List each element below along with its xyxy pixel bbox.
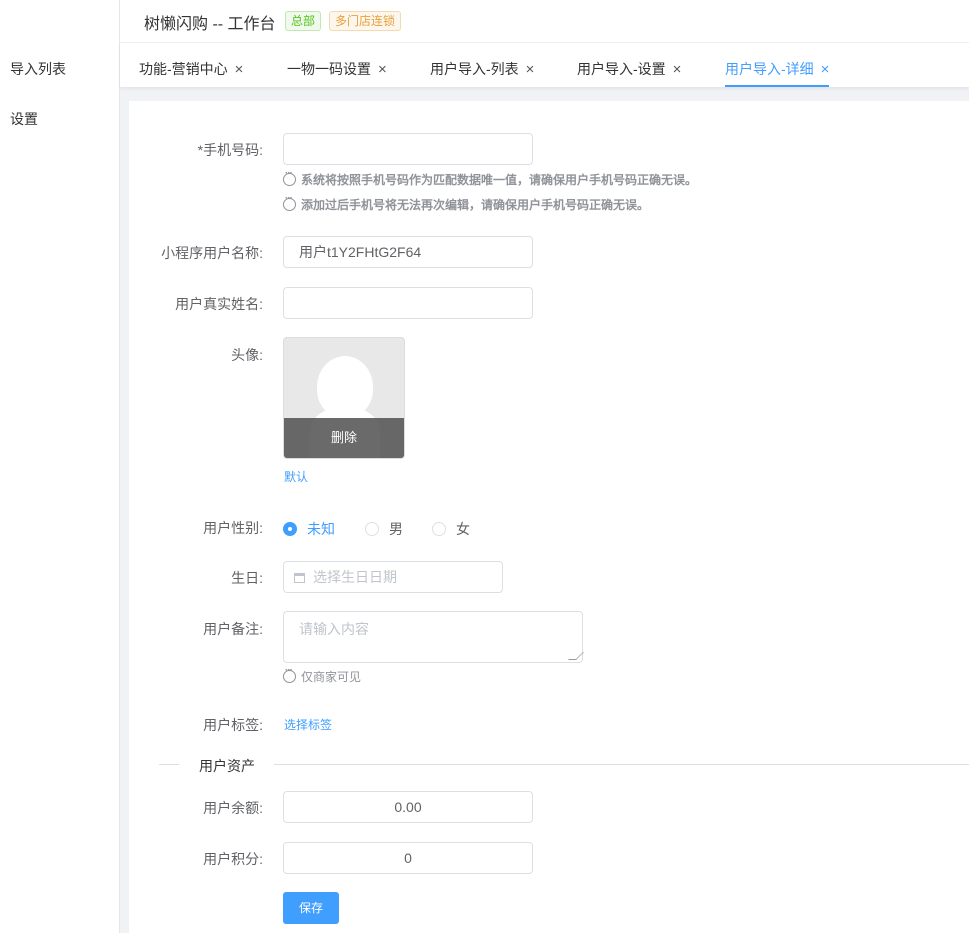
- tab-label: 用户导入-设置: [577, 61, 666, 77]
- remark-tip: 仅商家可见: [283, 665, 361, 685]
- resize-handle[interactable]: [568, 652, 584, 660]
- remark-textarea[interactable]: 请输入内容: [283, 611, 584, 663]
- realname-input[interactable]: [283, 287, 533, 319]
- tab-import-list[interactable]: 用户导入-列表 ×: [430, 59, 534, 87]
- info-icon: [283, 168, 296, 186]
- user-detail-form: *手机号码: 系统将按照手机号码作为匹配数据唯一值，请确保用户手机号码正确无误。…: [129, 101, 969, 933]
- sidebar-item-settings[interactable]: 设置: [10, 109, 38, 129]
- radio-dot: [365, 522, 379, 536]
- header: 树懒闪购 -- 工作台 总部 多门店连锁: [120, 0, 969, 43]
- chain-badge: 多门店连锁: [329, 11, 402, 31]
- birthday-label: 生日:: [231, 570, 263, 586]
- close-icon[interactable]: ×: [235, 61, 244, 78]
- info-icon: [283, 193, 296, 211]
- tab-code-settings[interactable]: 一物一码设置 ×: [287, 59, 387, 87]
- close-icon[interactable]: ×: [526, 61, 535, 78]
- tab-bar: 功能-营销中心 × 一物一码设置 × 用户导入-列表 × 用户导入-设置 × 用户导入-…: [120, 43, 969, 87]
- points-label: 用户积分:: [203, 851, 263, 867]
- radio-dot: [432, 522, 446, 536]
- gender-radio-male[interactable]: 男: [365, 519, 403, 539]
- info-icon: [283, 665, 296, 683]
- tab-label: 用户导入-详细: [725, 61, 814, 77]
- nickname-label: 小程序用户名称:: [161, 245, 263, 261]
- tab-import-detail[interactable]: 用户导入-详细 ×: [725, 59, 830, 87]
- assets-section-title: 用户资产: [199, 756, 255, 776]
- nickname-input[interactable]: [283, 236, 533, 268]
- divider-line-right: [274, 764, 969, 765]
- tab-label: 一物一码设置: [287, 61, 371, 77]
- gender-radio-female[interactable]: 女: [432, 519, 470, 539]
- select-tags-link[interactable]: 选择标签: [284, 716, 332, 733]
- phone-input[interactable]: [283, 133, 533, 165]
- avatar-delete-button[interactable]: 删除: [284, 418, 404, 458]
- tab-import-settings[interactable]: 用户导入-设置 ×: [577, 59, 681, 87]
- app-title: 树懒闪购 -- 工作台: [144, 16, 276, 33]
- gender-label: 用户性别:: [203, 520, 263, 536]
- avatar-uploader[interactable]: 删除: [283, 337, 405, 459]
- calendar-icon: [294, 573, 305, 583]
- avatar-default-link[interactable]: 默认: [284, 468, 308, 485]
- birthday-picker[interactable]: 选择生日日期: [283, 561, 503, 593]
- close-icon[interactable]: ×: [821, 61, 830, 78]
- phone-tip-1: 系统将按照手机号码作为匹配数据唯一值，请确保用户手机号码正确无误。: [283, 168, 697, 188]
- close-icon[interactable]: ×: [673, 61, 682, 78]
- tab-marketing-center[interactable]: 功能-营销中心 ×: [139, 59, 243, 87]
- close-icon[interactable]: ×: [378, 61, 387, 78]
- tab-label: 功能-营销中心: [139, 61, 228, 77]
- radio-dot: [283, 522, 297, 536]
- remark-label: 用户备注:: [203, 621, 263, 637]
- divider-line-left: [159, 764, 179, 765]
- tab-label: 用户导入-列表: [430, 61, 519, 77]
- balance-label: 用户余额:: [203, 800, 263, 816]
- tags-label: 用户标签:: [203, 717, 263, 733]
- phone-tip-2: 添加过后手机号将无法再次编辑，请确保用户手机号码正确无误。: [283, 193, 649, 213]
- balance-input[interactable]: [283, 791, 533, 823]
- realname-label: 用户真实姓名:: [175, 296, 263, 312]
- save-button[interactable]: 保存: [283, 892, 339, 924]
- sidebar: 导入列表 设置: [0, 0, 120, 933]
- sidebar-item-import-list[interactable]: 导入列表: [10, 59, 66, 79]
- phone-label: *手机号码:: [197, 142, 263, 158]
- hq-badge: 总部: [285, 11, 322, 31]
- points-input[interactable]: [283, 842, 533, 874]
- gender-radio-unknown[interactable]: 未知: [283, 519, 335, 539]
- avatar-label: 头像:: [231, 347, 263, 363]
